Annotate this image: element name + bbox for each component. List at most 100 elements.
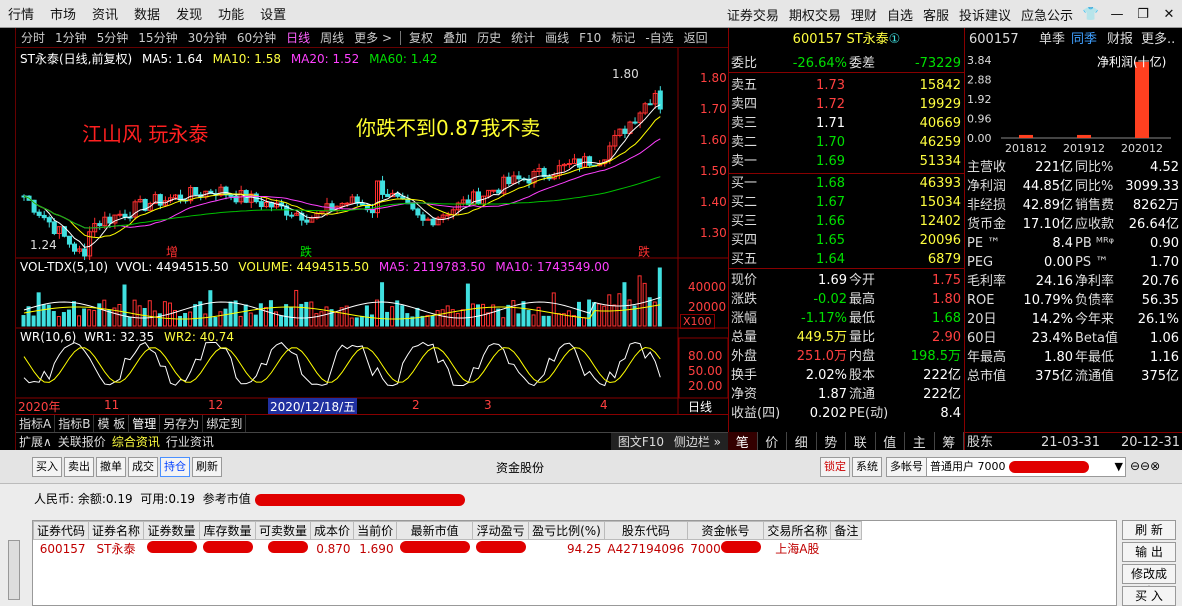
- tool-fq[interactable]: 复权: [404, 29, 438, 46]
- menu-emergency[interactable]: 应急公示: [1016, 5, 1078, 24]
- fin-tab-report[interactable]: 财报: [1107, 30, 1133, 49]
- tool-f10[interactable]: F10: [574, 31, 606, 45]
- column-header[interactable]: 成本价: [310, 521, 355, 540]
- lock-button[interactable]: 锁定: [820, 457, 850, 477]
- tool-draw[interactable]: 画线: [540, 29, 574, 46]
- menu-complaint[interactable]: 投诉建议: [954, 5, 1016, 24]
- menu-discover[interactable]: 发现: [168, 4, 210, 23]
- qtab-5[interactable]: 联: [846, 432, 876, 451]
- kline-chart-area[interactable]: ST永泰(日线,前复权) MA5: 1.64 MA10: 1.58 MA20: …: [16, 48, 728, 432]
- kline-svg[interactable]: [16, 48, 728, 414]
- period-4[interactable]: 15分钟: [133, 29, 182, 46]
- fin-tab-same[interactable]: 同季: [1071, 30, 1097, 49]
- column-header[interactable]: 备注: [830, 521, 863, 540]
- tab-expand[interactable]: 扩展∧: [16, 433, 55, 450]
- column-header[interactable]: 交易所名称: [763, 521, 832, 540]
- tab-general-info[interactable]: 综合资讯: [109, 433, 163, 450]
- qtab-2[interactable]: 价: [758, 432, 787, 451]
- menu-market[interactable]: 市场: [42, 4, 84, 23]
- side-buy-button[interactable]: 买 入: [1122, 586, 1176, 606]
- tool-history[interactable]: 历史: [472, 29, 506, 46]
- refresh-button[interactable]: 刷新: [192, 457, 222, 477]
- export-button[interactable]: 输 出: [1122, 542, 1176, 562]
- minimize-icon[interactable]: —: [1104, 7, 1130, 22]
- system-button[interactable]: 系统: [852, 457, 882, 477]
- period-2[interactable]: 1分钟: [50, 29, 92, 46]
- period-3[interactable]: 5分钟: [92, 29, 134, 46]
- column-header[interactable]: 证券名称: [88, 521, 145, 540]
- ask-row[interactable]: 卖一 1.69 51334: [729, 152, 964, 171]
- qtab-6[interactable]: 值: [876, 432, 905, 451]
- table-row[interactable]: 600157 ST永泰 0.870 1.690 94.25 A427194096…: [34, 540, 862, 558]
- column-header[interactable]: 当前价: [353, 521, 398, 540]
- menu-functions[interactable]: 功能: [210, 4, 252, 23]
- column-header[interactable]: 盈亏比例(%): [528, 521, 605, 540]
- menu-securities-trade[interactable]: 证券交易: [722, 5, 784, 24]
- period-weekly[interactable]: 周线: [315, 29, 349, 46]
- tab-industry-info[interactable]: 行业资讯: [163, 433, 217, 450]
- fin-tab-quarter[interactable]: 单季: [1039, 30, 1065, 49]
- tab-save-as[interactable]: 另存为: [160, 415, 204, 432]
- holdings-table[interactable]: 证券代码 证券名称 证券数量 库存数量 可卖数量 成本价 当前价 最新市值 浮动盈亏 盈亏比例(%…: [32, 520, 1117, 606]
- close-icon[interactable]: ✕: [1156, 7, 1182, 22]
- tab-indicator-a[interactable]: 指标A: [16, 415, 56, 432]
- menu-wealth[interactable]: 理财: [846, 5, 882, 24]
- bid-row[interactable]: 买三 1.66 12402: [729, 212, 964, 231]
- column-header[interactable]: 证券代码: [32, 521, 90, 540]
- column-header[interactable]: 库存数量: [199, 521, 257, 540]
- period-1[interactable]: 分时: [16, 29, 50, 46]
- f10-tab[interactable]: 图文F10 侧边栏 »: [610, 433, 728, 450]
- info-icon[interactable]: ①: [889, 32, 901, 47]
- period-more[interactable]: 更多 >: [349, 29, 397, 46]
- ask-row[interactable]: 卖五 1.73 15842: [729, 76, 964, 95]
- side-refresh-button[interactable]: 刷 新: [1122, 520, 1176, 540]
- sell-button[interactable]: 卖出: [64, 457, 94, 477]
- skin-icon[interactable]: 👕: [1078, 7, 1104, 22]
- bid-row[interactable]: 买五 1.64 6879: [729, 250, 964, 269]
- restore-icon[interactable]: ❐: [1130, 7, 1156, 22]
- qtab-8[interactable]: 筹: [935, 432, 964, 451]
- menu-settings[interactable]: 设置: [252, 4, 294, 23]
- qtab-7[interactable]: 主: [905, 432, 935, 451]
- positions-button[interactable]: 持仓: [160, 457, 190, 477]
- bid-row[interactable]: 买四 1.65 20096: [729, 231, 964, 250]
- period-daily[interactable]: 日线: [281, 29, 315, 46]
- event-mark-2[interactable]: 跌: [300, 243, 312, 260]
- event-mark-1[interactable]: 增: [166, 243, 178, 260]
- event-mark-3[interactable]: 跌: [638, 243, 650, 260]
- window-controls[interactable]: ⊖⊖⊗: [1130, 459, 1160, 473]
- ask-row[interactable]: 卖四 1.72 19929: [729, 95, 964, 114]
- tool-stats[interactable]: 统计: [506, 29, 540, 46]
- menu-options-trade[interactable]: 期权交易: [784, 5, 846, 24]
- column-header[interactable]: 证券数量: [143, 521, 201, 540]
- column-header[interactable]: 浮动盈亏: [472, 521, 530, 540]
- tab-template[interactable]: 模 板: [94, 415, 130, 432]
- column-header[interactable]: 股东代码: [603, 521, 688, 540]
- qtab-3[interactable]: 细: [787, 432, 817, 451]
- tab-related-quote[interactable]: 关联报价: [55, 433, 109, 450]
- qtab-1[interactable]: 笔: [728, 432, 758, 451]
- menu-service[interactable]: 客服: [918, 5, 954, 24]
- column-header[interactable]: 可卖数量: [255, 521, 312, 540]
- tool-overlay[interactable]: 叠加: [438, 29, 472, 46]
- column-header[interactable]: 资金帐号: [686, 521, 765, 540]
- cancel-order-button[interactable]: 撤单: [96, 457, 126, 477]
- tool-back[interactable]: 返回: [679, 29, 713, 46]
- fin-tab-more[interactable]: 更多..: [1141, 30, 1175, 49]
- tab-indicator-b[interactable]: 指标B: [55, 415, 95, 432]
- period-5[interactable]: 30分钟: [183, 29, 232, 46]
- menu-quotes[interactable]: 行情: [0, 4, 42, 23]
- menu-data[interactable]: 数据: [126, 4, 168, 23]
- ask-row[interactable]: 卖二 1.70 46259: [729, 133, 964, 152]
- tool-watch[interactable]: -自选: [640, 29, 678, 46]
- column-header[interactable]: 最新市值: [396, 521, 474, 540]
- modify-cost-button[interactable]: 修改成本: [1122, 564, 1176, 599]
- bid-row[interactable]: 买一 1.68 46393: [729, 174, 964, 193]
- fills-button[interactable]: 成交: [128, 457, 158, 477]
- scrollbar[interactable]: [8, 540, 20, 600]
- multi-account-button[interactable]: 多帐号: [886, 457, 927, 477]
- tab-manage[interactable]: 管理: [129, 415, 161, 432]
- tool-mark[interactable]: 标记: [606, 29, 640, 46]
- ask-row[interactable]: 卖三 1.71 40669: [729, 114, 964, 133]
- qtab-4[interactable]: 势: [817, 432, 846, 451]
